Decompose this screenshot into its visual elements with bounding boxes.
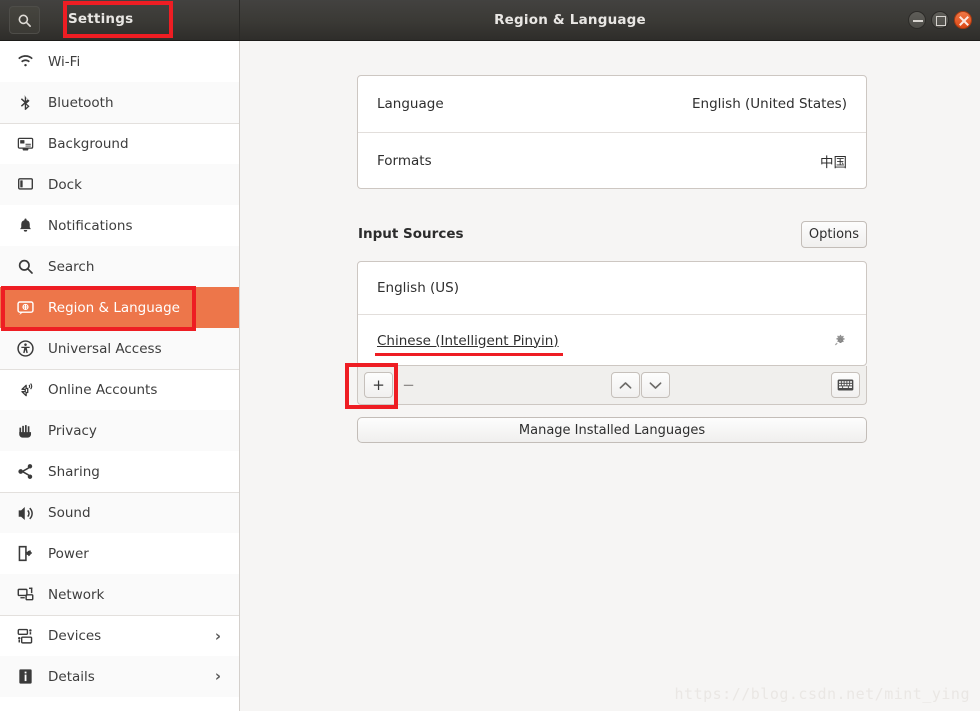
sidebar-item-label: Details: [48, 668, 95, 685]
sidebar-item-sound[interactable]: Sound: [0, 492, 239, 533]
app-name: Settings: [68, 11, 134, 27]
input-source-label: English (US): [377, 280, 460, 296]
privacy-hand-icon: [14, 421, 36, 441]
gear-icon[interactable]: [834, 334, 847, 347]
chevron-right-icon: ›: [214, 626, 221, 645]
manage-installed-languages-button[interactable]: Manage Installed Languages: [357, 417, 867, 443]
sidebar-item-notifications[interactable]: Notifications: [0, 205, 239, 246]
online-accounts-icon: [14, 380, 36, 400]
move-down-button[interactable]: [641, 372, 670, 398]
devices-icon: [14, 626, 36, 646]
bluetooth-icon: [14, 93, 36, 113]
sidebar-item-search[interactable]: Search: [0, 246, 239, 287]
sidebar-item-label: Devices: [48, 628, 102, 644]
sidebar-item-label: Notifications: [48, 217, 133, 234]
input-sources-toolbar: + −: [357, 366, 867, 405]
sidebar-item-label: Power: [48, 545, 89, 562]
speaker-icon: [14, 503, 36, 523]
sidebar-item-universal-access[interactable]: Universal Access: [0, 328, 239, 369]
keyboard-icon: [837, 379, 854, 391]
bell-icon: [14, 216, 36, 236]
titlebar-sidebar-section: Settings: [0, 0, 240, 40]
chevron-right-icon: ›: [214, 667, 221, 685]
sidebar-item-label: Sound: [48, 505, 91, 521]
sidebar-item-label: Bluetooth: [48, 94, 114, 111]
details-info-icon: [14, 667, 36, 687]
network-icon: [14, 585, 36, 605]
maximize-button[interactable]: [931, 11, 949, 29]
input-source-label: Chinese (Intelligent Pinyin): [377, 332, 559, 349]
sidebar-item-label: Region & Language: [48, 299, 180, 316]
sidebar-item-online-accounts[interactable]: Online Accounts: [0, 369, 239, 410]
page-title: Region & Language: [494, 12, 646, 28]
window-controls: [908, 11, 972, 29]
sidebar-item-dock[interactable]: Dock: [0, 164, 239, 205]
minimize-button[interactable]: [908, 11, 926, 29]
options-button[interactable]: Options: [801, 221, 867, 248]
move-up-button[interactable]: [611, 372, 640, 398]
chevron-down-icon: [649, 381, 662, 389]
titlebar: Settings Region & Language: [0, 0, 980, 41]
list-item[interactable]: English (US): [358, 262, 866, 314]
sidebar-item-wi-fi[interactable]: Wi-Fi: [0, 41, 239, 82]
remove-input-source-button[interactable]: −: [394, 372, 423, 398]
settings-window: Settings Region & Language Wi-Fi Bluetoot…: [0, 0, 980, 711]
sidebar-item-label: Background: [48, 136, 129, 152]
sidebar-item-bluetooth[interactable]: Bluetooth: [0, 82, 239, 123]
language-card: Language English (United States) Formats…: [357, 75, 867, 189]
sidebar-item-label: Dock: [48, 176, 82, 193]
sidebar-item-label: Universal Access: [48, 340, 162, 357]
chevron-up-icon: [619, 381, 632, 389]
sidebar-item-label: Online Accounts: [48, 382, 158, 398]
annotation-underline-chinese-pinyin: [375, 353, 563, 356]
search-icon[interactable]: [9, 6, 40, 34]
background-icon: [14, 134, 36, 154]
input-sources-list: English (US) Chinese (Intelligent Pinyin…: [357, 261, 867, 366]
language-row-value: English (United States): [692, 96, 847, 112]
accessibility-icon: [14, 339, 36, 359]
sidebar-item-details[interactable]: Details ›: [0, 656, 239, 697]
sidebar-item-region-and-language[interactable]: Region & Language: [0, 287, 239, 328]
input-sources-heading: Input Sources: [358, 226, 464, 242]
formats-row-value: 中国: [820, 154, 847, 171]
search-icon: [14, 257, 36, 277]
formats-row[interactable]: Formats 中国: [358, 132, 866, 188]
main-content: Language English (United States) Formats…: [241, 41, 980, 711]
sidebar-item-privacy[interactable]: Privacy: [0, 410, 239, 451]
share-icon: [14, 462, 36, 482]
region-language-icon: [14, 298, 36, 318]
wifi-icon: [14, 52, 36, 72]
dock-icon: [14, 175, 36, 195]
language-row-label: Language: [377, 96, 444, 112]
add-input-source-button[interactable]: +: [364, 372, 393, 398]
sidebar-item-label: Wi-Fi: [48, 53, 81, 70]
power-icon: [14, 544, 36, 564]
close-button[interactable]: [954, 11, 972, 29]
list-item[interactable]: Chinese (Intelligent Pinyin): [358, 314, 866, 366]
sidebar-item-devices[interactable]: Devices ›: [0, 615, 239, 656]
language-row[interactable]: Language English (United States): [358, 76, 866, 132]
sidebar-item-network[interactable]: Network: [0, 574, 239, 615]
sidebar-item-label: Network: [48, 586, 105, 603]
show-keyboard-layout-button[interactable]: [831, 372, 860, 398]
sidebar-item-power[interactable]: Power: [0, 533, 239, 574]
sidebar-item-sharing[interactable]: Sharing: [0, 451, 239, 492]
sidebar-item-background[interactable]: Background: [0, 123, 239, 164]
sidebar-item-label: Privacy: [48, 422, 97, 439]
sidebar: Wi-Fi Bluetooth Background Dock Notification…: [0, 41, 240, 711]
sidebar-item-label: Search: [48, 258, 95, 275]
watermark: https://blog.csdn.net/mint_ying: [674, 685, 970, 703]
formats-row-label: Formats: [377, 152, 432, 169]
sidebar-item-label: Sharing: [48, 463, 100, 480]
